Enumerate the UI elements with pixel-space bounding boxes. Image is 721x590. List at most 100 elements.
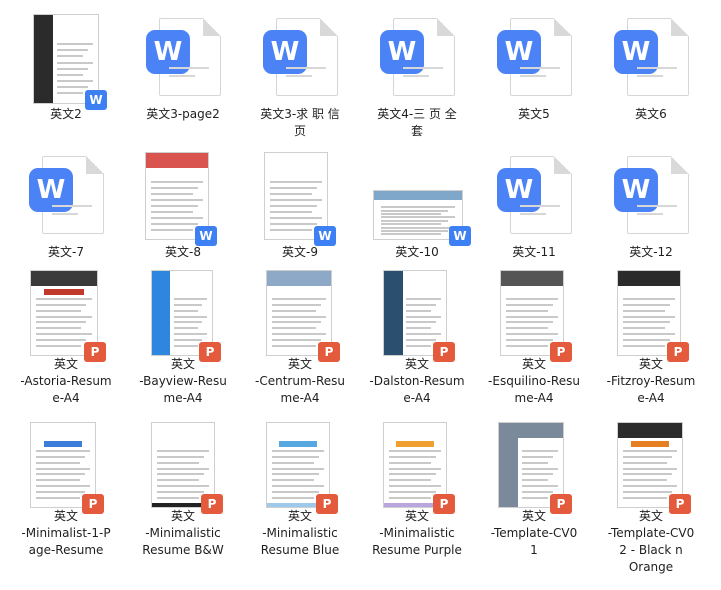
text-line-icon: [622, 309, 666, 312]
text-line-icon: [637, 75, 663, 77]
file-thumbnail[interactable]: P: [127, 420, 239, 516]
text-line-icon: [36, 449, 90, 452]
file-thumbnail[interactable]: P: [595, 420, 707, 516]
accent-band: [44, 289, 84, 295]
file-name: 英文3-求 职 信页: [244, 106, 356, 140]
file-thumbnail[interactable]: W: [595, 150, 707, 246]
file-thumbnail[interactable]: P: [244, 420, 356, 516]
file-thumbnail[interactable]: W: [361, 12, 473, 108]
text-line-icon: [36, 339, 87, 342]
word-icon: W: [449, 226, 471, 246]
file-thumbnail[interactable]: W: [127, 12, 239, 108]
text-line-icon: [406, 333, 442, 336]
file-name-line: 页: [293, 124, 306, 138]
text-line-icon: [505, 297, 559, 300]
text-line-icon: [269, 222, 318, 225]
text-line-icon: [406, 321, 437, 324]
file-thumbnail[interactable]: W: [478, 150, 590, 246]
file-name-line: 英文3-page2: [146, 107, 220, 121]
text-line-icon: [522, 479, 548, 482]
accent-band: [630, 441, 670, 447]
text-line-icon: [271, 473, 320, 476]
file-thumbnail[interactable]: W: [127, 150, 239, 246]
file-name-line: -Minimalistic: [262, 526, 338, 540]
file-name: 英文 -Astoria-Resum e-A4: [10, 356, 122, 407]
file-thumbnail[interactable]: P: [361, 268, 473, 364]
file-name-line: Resume Purple: [372, 543, 462, 557]
file-name-line: 英文: [53, 357, 78, 371]
text-line-icon: [271, 491, 320, 494]
file-name: 英文3-page2: [127, 106, 239, 123]
text-line-icon: [173, 333, 208, 336]
file-name-line: age-Resume: [28, 543, 104, 557]
text-line-icon: [406, 344, 432, 347]
text-line-icon: [381, 206, 455, 209]
file-name-line: me-A4: [280, 391, 320, 405]
file-name-line: me-A4: [514, 391, 554, 405]
header-band: [267, 271, 331, 287]
file-thumbnail[interactable]: P: [10, 268, 122, 364]
text-line-icon: [269, 210, 313, 213]
document-icon: W: [29, 156, 104, 234]
text-line-icon: [505, 344, 549, 347]
file-name-line: Resume Blue: [260, 543, 340, 557]
text-line-icon: [169, 67, 209, 69]
text-line-icon: [388, 485, 442, 488]
sidebar-band: [152, 271, 170, 355]
text-line-icon: [381, 209, 448, 212]
text-line-icon: [272, 327, 316, 330]
text-line-icon: [622, 327, 666, 330]
file-thumbnail[interactable]: P: [478, 420, 590, 516]
text-line-icon: [156, 496, 200, 499]
file-name: 英文-9: [244, 244, 356, 261]
file-name: 英文-8: [127, 244, 239, 261]
file-name-line: -Minimalist-1-P: [21, 526, 111, 540]
file-name-line: -Template-CV0: [607, 526, 695, 540]
file-thumbnail[interactable]: W: [244, 12, 356, 108]
text-line-icon: [36, 473, 85, 476]
text-line-icon: [173, 327, 198, 330]
file-thumbnail[interactable]: W: [595, 12, 707, 108]
file-name-line: -Minimalistic: [145, 526, 221, 540]
text-line-icon: [36, 461, 80, 464]
text-line-icon: [637, 205, 677, 207]
page-fold-icon: [554, 18, 572, 36]
text-line-icon: [36, 485, 90, 488]
file-thumbnail[interactable]: W: [478, 12, 590, 108]
file-thumbnail[interactable]: W: [10, 150, 122, 246]
file-thumbnail[interactable]: P: [478, 268, 590, 364]
text-line-icon: [269, 186, 318, 189]
file-name-line: 英文2: [50, 107, 82, 121]
file-thumbnail[interactable]: W: [361, 150, 473, 246]
sidebar-band: [384, 271, 403, 355]
text-line-icon: [388, 461, 432, 464]
text-line-icon: [269, 180, 323, 183]
file-thumbnail[interactable]: P: [10, 420, 122, 516]
file-name-line: 英文5: [518, 107, 550, 121]
page-fold-icon: [671, 156, 689, 174]
file-name-line: Orange: [628, 560, 674, 574]
file-name: 英文-7: [10, 244, 122, 261]
file-thumbnail[interactable]: W: [244, 150, 356, 246]
file-thumbnail[interactable]: P: [595, 268, 707, 364]
file-name-line: 英文-10: [395, 245, 439, 259]
accent-band: [43, 441, 83, 447]
text-line-icon: [272, 344, 316, 347]
header-band: [499, 423, 563, 439]
file-thumbnail[interactable]: P: [361, 420, 473, 516]
word-icon: W: [314, 226, 336, 246]
text-line-icon: [522, 455, 553, 458]
text-line-icon: [150, 216, 204, 219]
text-line-icon: [381, 233, 441, 236]
file-name-line: -Esquilino-Resu: [488, 374, 580, 388]
text-line-icon: [505, 339, 554, 342]
text-line-icon: [173, 297, 208, 300]
file-thumbnail[interactable]: P: [127, 268, 239, 364]
text-line-icon: [271, 496, 315, 499]
page-fold-icon: [203, 18, 221, 36]
text-line-icon: [36, 344, 82, 347]
accent-band: [279, 441, 317, 447]
file-thumbnail[interactable]: W: [10, 12, 122, 110]
text-line-icon: [173, 321, 203, 324]
file-thumbnail[interactable]: P: [244, 268, 356, 364]
